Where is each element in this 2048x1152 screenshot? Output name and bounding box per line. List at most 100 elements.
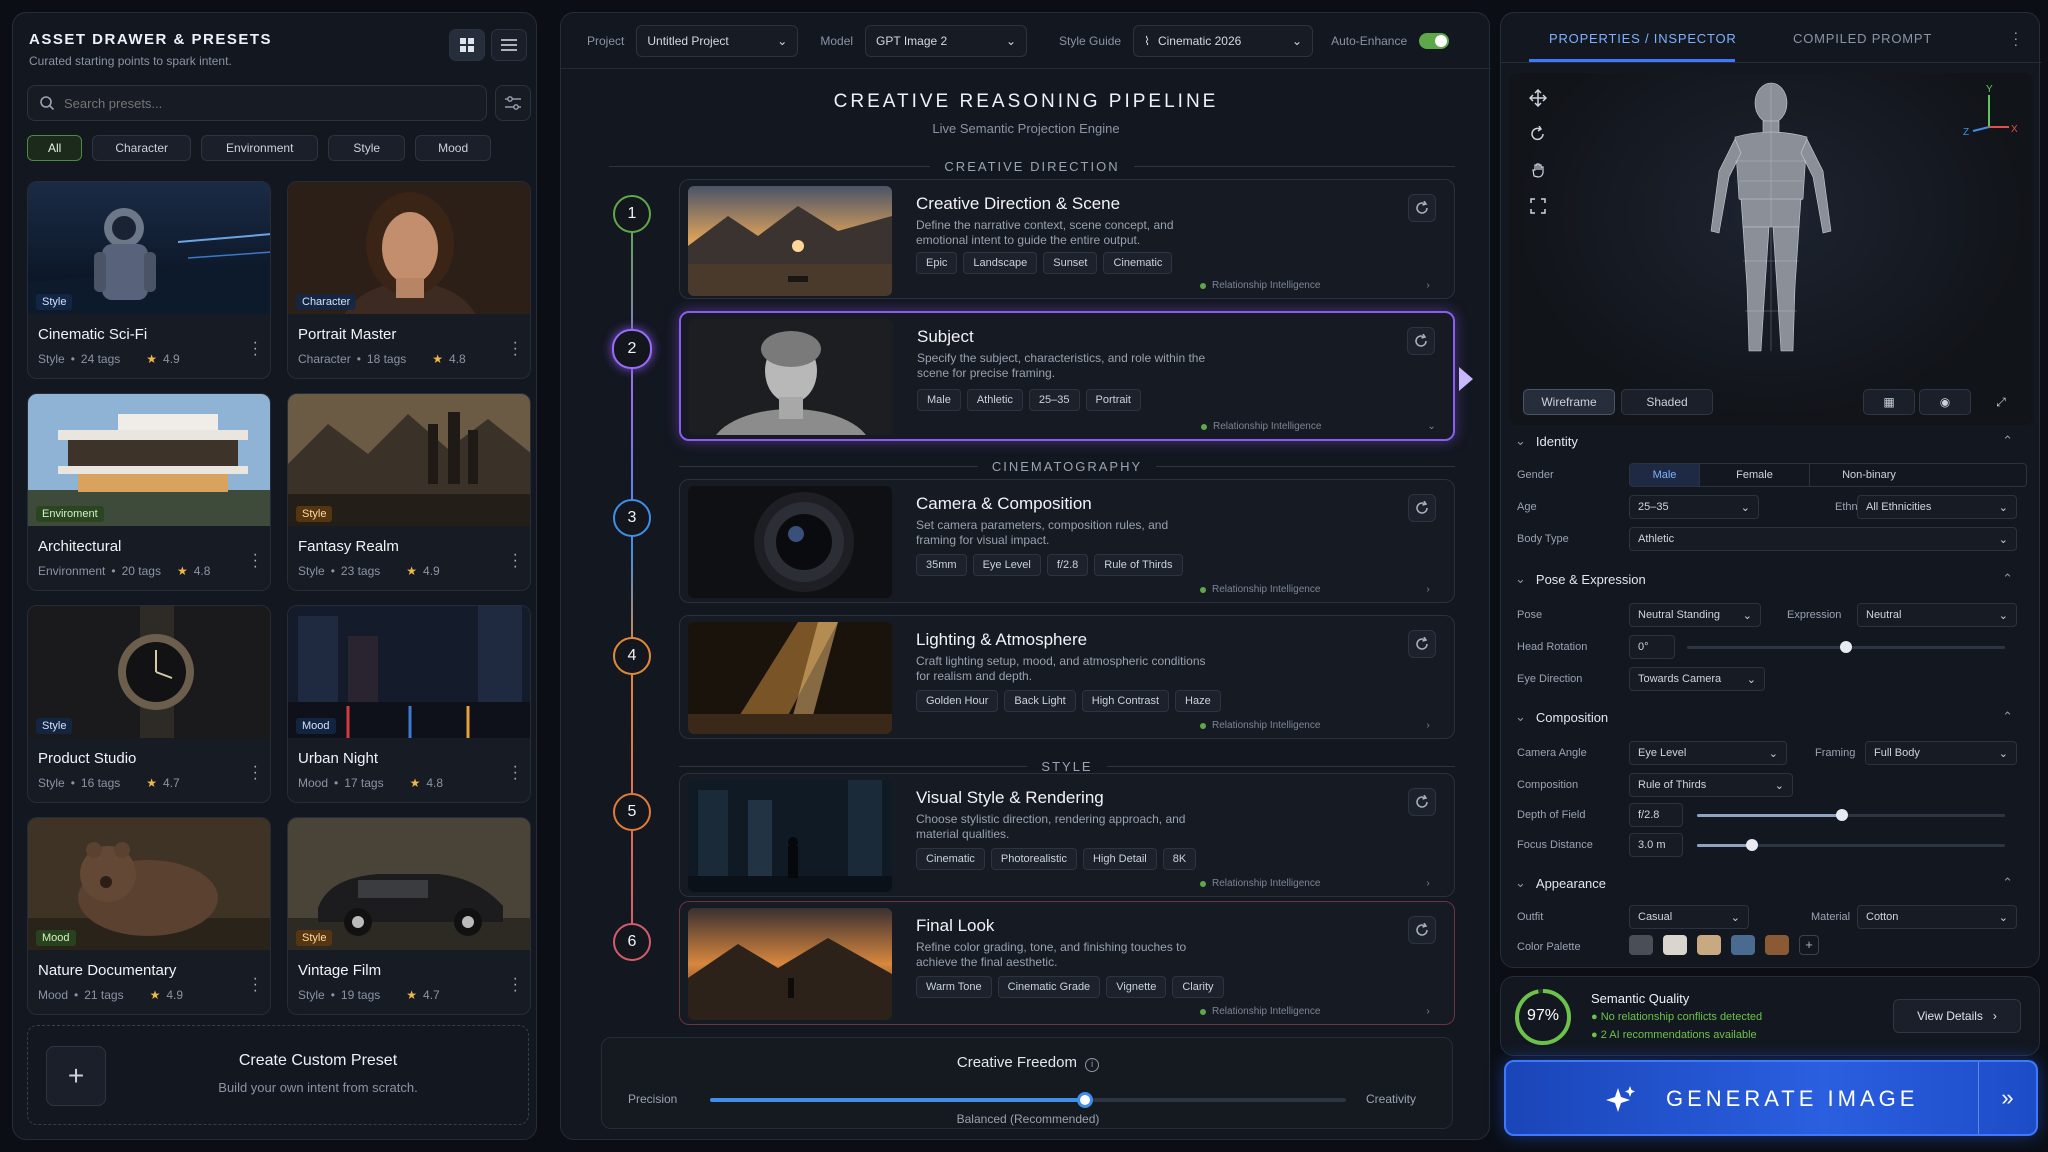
relationship-intelligence[interactable]: Relationship Intelligence › bbox=[1200, 280, 1430, 291]
slider-knob[interactable] bbox=[1835, 809, 1848, 821]
step-tag[interactable]: Photorealistic bbox=[990, 848, 1077, 870]
tab-properties[interactable]: PROPERTIES / INSPECTOR bbox=[1549, 31, 1737, 46]
plus-icon[interactable]: + bbox=[46, 1046, 106, 1106]
framing-select[interactable]: Full Body ⌄ bbox=[1865, 741, 2017, 765]
3d-viewport[interactable]: Y X Z Wireframe Shaded ▦ ◉ ⤢ bbox=[1509, 73, 2033, 425]
step-tag[interactable]: Golden Hour bbox=[916, 690, 999, 712]
more-icon[interactable]: · · · bbox=[513, 547, 518, 575]
head-rotation-slider[interactable] bbox=[1687, 641, 2005, 653]
step-node[interactable]: 5 bbox=[613, 793, 651, 831]
add-color-icon[interactable]: + bbox=[1799, 935, 1819, 955]
refresh-icon[interactable] bbox=[1408, 788, 1436, 816]
move-icon[interactable] bbox=[1523, 83, 1553, 113]
rotate-icon[interactable] bbox=[1523, 119, 1553, 149]
refresh-icon[interactable] bbox=[1408, 194, 1436, 222]
step-tag[interactable]: 25–35 bbox=[1028, 389, 1080, 411]
step-tag[interactable]: Eye Level bbox=[972, 554, 1041, 576]
preset-card[interactable]: Style Fantasy Realm Style • 23 tags ★ 4.9 · ·… bbox=[287, 393, 531, 591]
slider-knob[interactable] bbox=[1077, 1092, 1094, 1108]
color-swatch[interactable] bbox=[1731, 935, 1755, 955]
more-icon[interactable]: · · · bbox=[253, 335, 258, 363]
pose-select[interactable]: Neutral Standing ⌄ bbox=[1629, 603, 1761, 627]
step-node[interactable]: 1 bbox=[613, 195, 651, 233]
slider-knob[interactable] bbox=[1840, 641, 1852, 653]
focus-distance-value[interactable]: 3.0 m bbox=[1629, 833, 1683, 857]
step-card-creative-direction[interactable]: Creative Direction & Scene Define the na… bbox=[679, 179, 1455, 299]
creative-freedom-slider[interactable] bbox=[710, 1092, 1346, 1108]
step-tag[interactable]: High Contrast bbox=[1081, 690, 1170, 712]
grid-icon[interactable]: ▦ bbox=[1863, 389, 1915, 415]
more-icon[interactable]: · · · bbox=[253, 759, 258, 787]
material-select[interactable]: Cotton ⌄ bbox=[1857, 905, 2017, 929]
preset-card[interactable]: Style Vintage Film Style • 19 tags ★ 4.7 · · · bbox=[287, 817, 531, 1015]
fullscreen-icon[interactable] bbox=[1523, 191, 1553, 221]
step-node[interactable]: 2 bbox=[612, 329, 652, 369]
step-card-lighting[interactable]: Lighting & Atmosphere Craft lighting set… bbox=[679, 615, 1455, 739]
outfit-select[interactable]: Casual ⌄ bbox=[1629, 905, 1749, 929]
step-tag[interactable]: Vignette bbox=[1106, 976, 1167, 998]
appearance-section-header[interactable]: ⌄ Appearance ⌃ bbox=[1515, 875, 2027, 891]
more-icon[interactable]: · · · bbox=[253, 547, 258, 575]
create-custom-preset[interactable]: + Create Custom Preset Build your own in… bbox=[27, 1025, 529, 1125]
more-icon[interactable]: · · · bbox=[513, 335, 518, 363]
view-details-button[interactable]: View Details › bbox=[1893, 999, 2021, 1033]
model-select[interactable]: GPT Image 2 ⌄ bbox=[865, 24, 1028, 57]
step-tag[interactable]: Landscape bbox=[963, 252, 1038, 274]
relationship-intelligence[interactable]: Relationship Intelligence › bbox=[1200, 584, 1430, 595]
focus-distance-slider[interactable] bbox=[1697, 839, 2005, 851]
step-tag[interactable]: Cinematic bbox=[916, 848, 985, 870]
identity-section-header[interactable]: ⌄ Identity ⌃ bbox=[1515, 433, 2027, 449]
relationship-intelligence[interactable]: Relationship Intelligence ⌄ bbox=[1201, 421, 1436, 432]
step-tag[interactable]: 8K bbox=[1162, 848, 1197, 870]
refresh-icon[interactable] bbox=[1408, 630, 1436, 658]
preset-card[interactable]: Mood Nature Documentary Mood • 21 tags ★ 4.9… bbox=[27, 817, 271, 1015]
step-tag[interactable]: f/2.8 bbox=[1046, 554, 1089, 576]
search-input[interactable] bbox=[64, 95, 464, 111]
step-card-camera[interactable]: Camera & Composition Set camera paramete… bbox=[679, 479, 1455, 603]
step-tag[interactable]: Cinematic Grade bbox=[997, 976, 1101, 998]
pose-section-header[interactable]: ⌄ Pose & Expression ⌃ bbox=[1515, 571, 2027, 587]
gender-option[interactable]: Non-binary bbox=[1810, 464, 1928, 486]
step-tag[interactable]: High Detail bbox=[1082, 848, 1157, 870]
step-tag[interactable]: Cinematic bbox=[1103, 252, 1173, 274]
preset-card[interactable]: Style Product Studio Style • 16 tags ★ 4.7 ·… bbox=[27, 605, 271, 803]
body-type-select[interactable]: Athletic ⌄ bbox=[1629, 527, 2017, 551]
step-tag[interactable]: Warm Tone bbox=[916, 976, 992, 998]
auto-enhance-toggle[interactable] bbox=[1419, 32, 1450, 49]
step-card-subject[interactable]: Subject Specify the subject, characteris… bbox=[679, 311, 1455, 441]
camera-angle-select[interactable]: Eye Level ⌄ bbox=[1629, 741, 1787, 765]
style-guide-select[interactable]: ⌇ Cinematic 2026 ⌄ bbox=[1133, 24, 1314, 57]
refresh-icon[interactable] bbox=[1408, 916, 1436, 944]
head-rotation-value[interactable]: 0° bbox=[1629, 635, 1675, 659]
project-select[interactable]: Untitled Project ⌄ bbox=[636, 24, 799, 57]
filter-chip-environment[interactable]: Environment bbox=[201, 135, 319, 161]
step-node[interactable]: 3 bbox=[613, 499, 651, 537]
expand-icon[interactable]: ⤢ bbox=[1975, 389, 2027, 415]
grid-view-button[interactable] bbox=[449, 29, 485, 61]
more-icon[interactable]: · · · bbox=[2014, 25, 2019, 51]
generate-image-button[interactable]: GENERATE IMAGE » bbox=[1504, 1060, 2038, 1136]
expression-select[interactable]: Neutral ⌄ bbox=[1857, 603, 2017, 627]
preset-card[interactable]: Style Cinematic Sci-Fi Style • 24 tags ★ 4.9… bbox=[27, 181, 271, 379]
gender-option[interactable]: Female bbox=[1700, 464, 1810, 486]
hand-icon[interactable] bbox=[1523, 155, 1553, 185]
depth-of-field-slider[interactable] bbox=[1697, 809, 2005, 821]
color-swatch[interactable] bbox=[1663, 935, 1687, 955]
step-card-visual-style[interactable]: Visual Style & Rendering Choose stylisti… bbox=[679, 773, 1455, 897]
depth-of-field-value[interactable]: f/2.8 bbox=[1629, 803, 1683, 827]
composition-select[interactable]: Rule of Thirds ⌄ bbox=[1629, 773, 1793, 797]
step-tag[interactable]: Athletic bbox=[966, 389, 1023, 411]
slider-knob[interactable] bbox=[1746, 839, 1759, 851]
composition-section-header[interactable]: ⌄ Composition ⌃ bbox=[1515, 709, 2027, 725]
double-chevron-icon[interactable]: » bbox=[1978, 1062, 2036, 1134]
refresh-icon[interactable] bbox=[1408, 494, 1436, 522]
more-icon[interactable]: · · · bbox=[513, 759, 518, 787]
more-icon[interactable]: · · · bbox=[513, 971, 518, 999]
relationship-intelligence[interactable]: Relationship Intelligence › bbox=[1200, 1006, 1430, 1017]
step-card-final-look[interactable]: Final Look Refine color grading, tone, a… bbox=[679, 901, 1455, 1025]
step-tag[interactable]: Sunset bbox=[1043, 252, 1098, 274]
step-tag[interactable]: Clarity bbox=[1172, 976, 1224, 998]
filter-chip-style[interactable]: Style bbox=[328, 135, 406, 161]
filter-button[interactable] bbox=[495, 85, 531, 121]
step-tag[interactable]: Portrait bbox=[1085, 389, 1141, 411]
